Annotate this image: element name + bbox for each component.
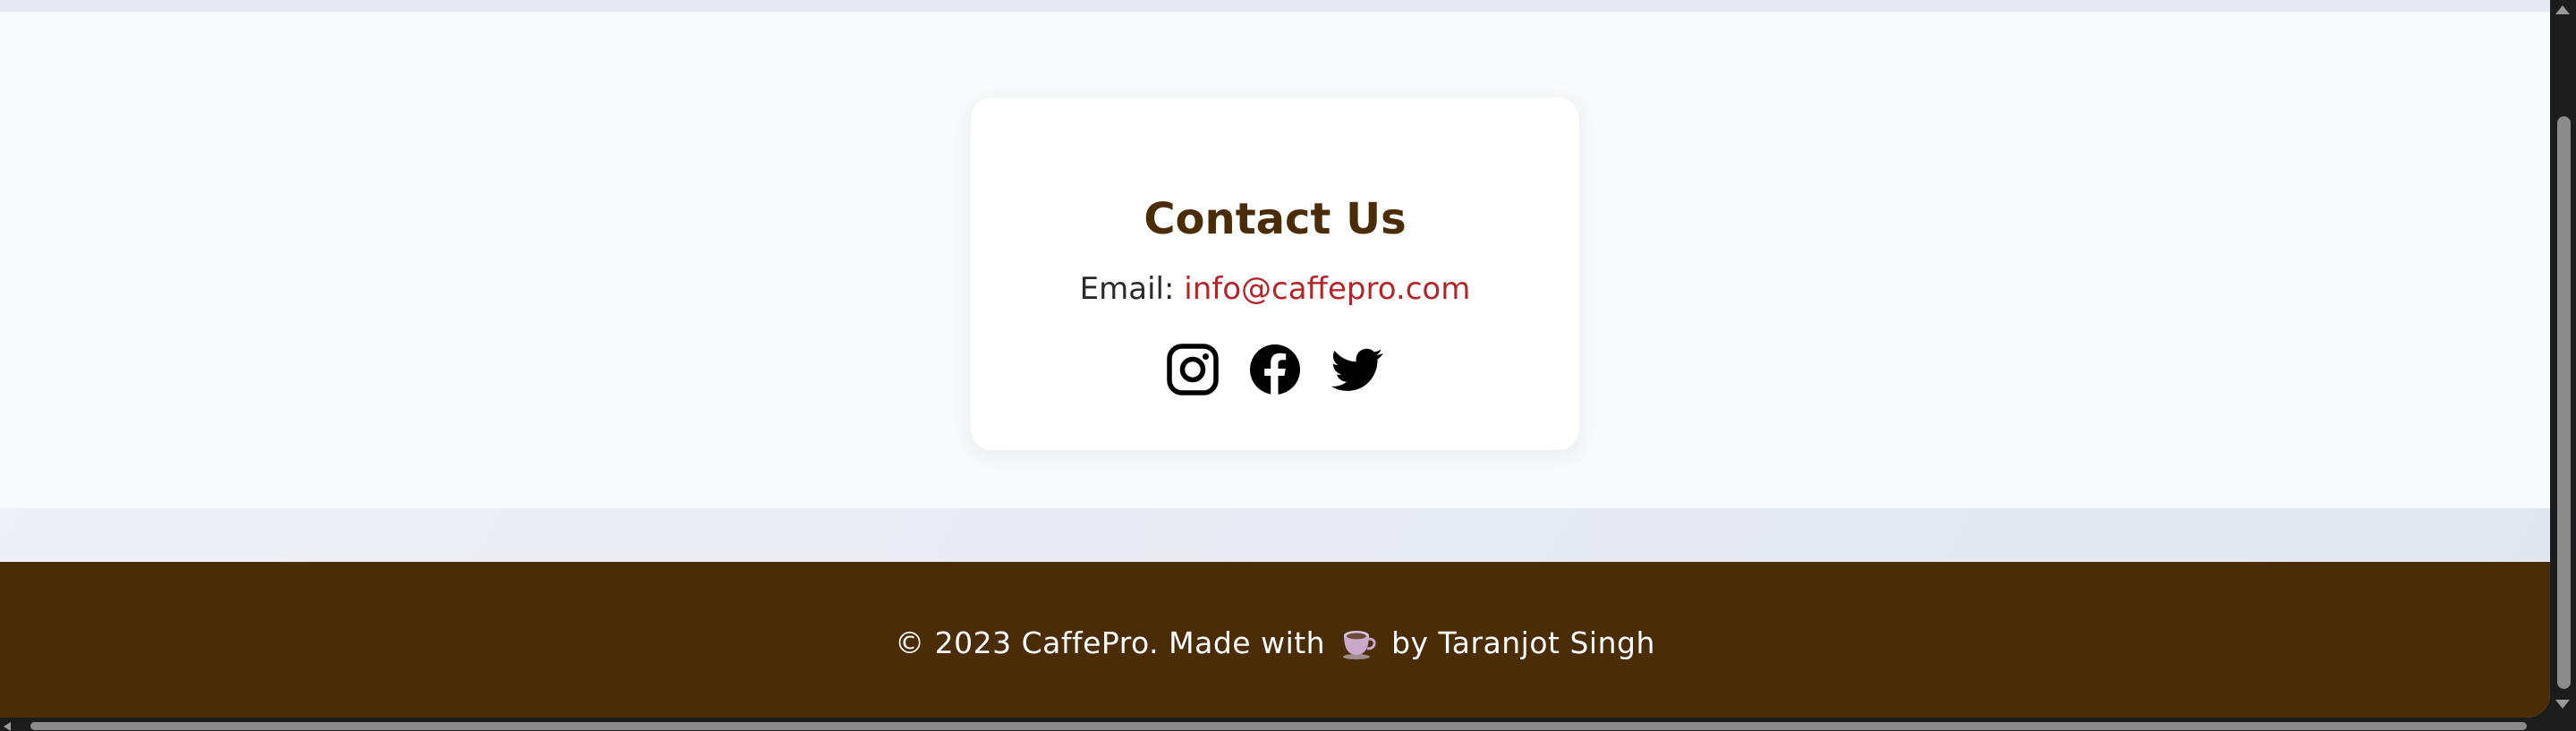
vertical-scrollbar-thumb[interactable] bbox=[2557, 116, 2571, 689]
vertical-scrollbar[interactable] bbox=[2550, 0, 2576, 730]
previous-section-edge bbox=[0, 0, 2550, 12]
contact-section: Contact Us Email: info@caffepro.com bbox=[0, 12, 2550, 508]
page-viewport: Contact Us Email: info@caffepro.com © 20… bbox=[0, 0, 2550, 718]
footer-copyright: © 2023 CaffePro. Made with bbox=[895, 625, 1326, 660]
instagram-icon bbox=[1167, 344, 1219, 395]
horizontal-scrollbar[interactable] bbox=[0, 718, 2550, 731]
contact-card: Contact Us Email: info@caffepro.com bbox=[971, 98, 1579, 450]
footer-credit: © 2023 CaffePro. Made with by Taranjot S… bbox=[0, 628, 2550, 660]
footer: © 2023 CaffePro. Made with by Taranjot S… bbox=[0, 562, 2550, 718]
instagram-link[interactable] bbox=[1167, 344, 1219, 395]
twitter-link[interactable] bbox=[1331, 344, 1383, 395]
scroll-up-arrow-icon[interactable] bbox=[2555, 5, 2570, 14]
scroll-down-arrow-icon[interactable] bbox=[2555, 700, 2570, 709]
contact-title: Contact Us bbox=[1143, 194, 1407, 244]
facebook-link[interactable] bbox=[1249, 344, 1301, 395]
email-line: Email: info@caffepro.com bbox=[971, 274, 1579, 304]
social-links bbox=[971, 344, 1579, 395]
twitter-icon bbox=[1331, 344, 1383, 395]
coffee-cup-icon bbox=[1339, 625, 1377, 660]
facebook-icon bbox=[1249, 344, 1301, 395]
email-link[interactable]: info@caffepro.com bbox=[1184, 271, 1470, 307]
email-label: Email: bbox=[1079, 271, 1175, 307]
footer-author: by Taranjot Singh bbox=[1391, 625, 1655, 660]
horizontal-scrollbar-thumb[interactable] bbox=[30, 722, 2527, 730]
